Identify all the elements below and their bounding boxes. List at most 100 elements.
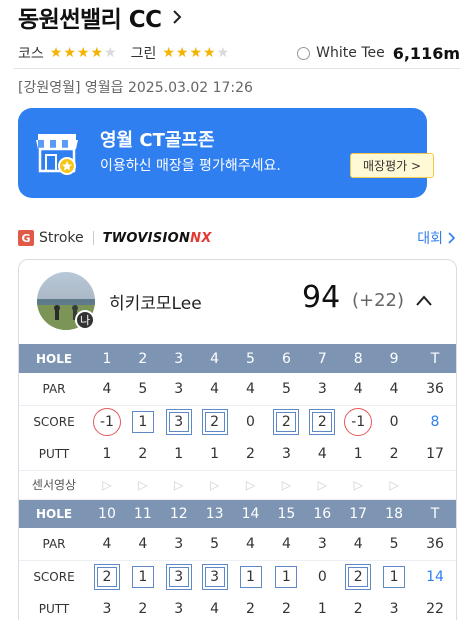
round-meta: [강원영월] 영월읍 2025.03.02 17:26 — [18, 80, 253, 96]
par-cell: 3 — [304, 373, 341, 406]
putt-cell: 2 — [232, 438, 269, 471]
score-row: SCORE -1 1 3 2 0 2 2 -1 0 8 — [19, 405, 456, 438]
par-cell: 4 — [89, 373, 125, 406]
par-total: 36 — [412, 528, 456, 561]
score-value: 2 — [273, 408, 300, 435]
hole-number: 3 — [160, 344, 197, 373]
par-cell: 4 — [232, 373, 269, 406]
hole-number: 11 — [124, 499, 161, 528]
banner-subtitle: 이용하신 매장을 평가해주세요. — [100, 158, 281, 174]
chevron-up-icon[interactable] — [415, 294, 433, 308]
score-cell: 1 — [268, 560, 304, 593]
total-label: T — [412, 499, 456, 528]
play-icon[interactable]: ▷ — [124, 470, 161, 500]
putt-cell: 3 — [89, 593, 125, 620]
star-icon: ★ — [76, 45, 90, 61]
hole-number: 2 — [124, 344, 161, 373]
compete-label: 대회 — [417, 231, 443, 247]
putt-cell: 1 — [304, 593, 341, 620]
brand-logo: TWOVISIONNX — [103, 231, 212, 246]
scorecard: 나 히키코모Lee 94 (+22) HOLE 1 2 3 4 5 6 7 8 9 T PAR 4 5 3 4… — [18, 259, 457, 620]
score-cell: 1 — [125, 405, 161, 438]
score-cell: 0 — [376, 405, 412, 438]
score-label: SCORE — [33, 569, 75, 584]
score-row: SCORE 2 1 3 3 1 1 0 2 1 14 — [19, 560, 456, 593]
score-value: 2 — [93, 563, 120, 590]
par-cell: 4 — [232, 528, 269, 561]
score-cell: -1 — [89, 405, 125, 438]
play-icon[interactable]: ▷ — [89, 470, 125, 500]
putt-cell: 3 — [268, 438, 305, 471]
tee-info: White Tee 6,116m — [297, 44, 460, 63]
par-cell: 4 — [89, 528, 125, 561]
putt-cell: 2 — [268, 593, 305, 620]
score-value: 2 — [201, 408, 228, 435]
play-icon[interactable]: ▷ — [160, 470, 197, 500]
score-cell: 2 — [304, 405, 340, 438]
banner-title: 영월 CT골프존 — [100, 130, 215, 151]
score-cell: 0 — [304, 560, 340, 593]
par-cell: 5 — [124, 373, 161, 406]
par-row: PAR 4 5 3 4 4 5 3 4 4 36 — [19, 373, 456, 406]
play-icon[interactable]: ▷ — [268, 470, 305, 500]
score-cell: -1 — [340, 405, 376, 438]
putt-cell: 2 — [124, 438, 161, 471]
play-icon[interactable]: ▷ — [232, 470, 269, 500]
play-icon[interactable]: ▷ — [376, 470, 413, 500]
hole-number: 5 — [232, 344, 269, 373]
hole-number: 17 — [340, 499, 377, 528]
par-cell: 4 — [196, 373, 233, 406]
hole-label: HOLE — [19, 499, 89, 528]
score-value: 3 — [165, 563, 192, 590]
tee-color-icon — [297, 46, 311, 60]
course-header[interactable]: 동원썬밸리 CC — [18, 0, 184, 34]
score-value: 0 — [317, 568, 327, 585]
hole-row: HOLE 1 2 3 4 5 6 7 8 9 T — [19, 344, 456, 373]
golfzon-badge-icon: G — [18, 230, 34, 246]
star-icon: ★ — [189, 45, 203, 61]
hole-label: HOLE — [19, 344, 89, 373]
score-cell: 2 — [89, 560, 125, 593]
score-value: 2 — [309, 408, 336, 435]
par-cell: 5 — [376, 528, 413, 561]
player-row[interactable]: 나 히키코모Lee 94 (+22) — [19, 260, 456, 344]
par-cell: 4 — [124, 528, 161, 561]
par-total: 36 — [412, 373, 456, 406]
star-icon: ★ — [104, 45, 117, 61]
par-cell: 3 — [160, 373, 197, 406]
par-cell: 3 — [304, 528, 341, 561]
brand-logo-main: TWOVISION — [102, 230, 191, 246]
score-value: 1 — [239, 565, 262, 588]
store-review-button[interactable]: 매장평가 > — [350, 153, 434, 178]
par-cell: 4 — [376, 373, 413, 406]
total-label: T — [412, 344, 456, 373]
score-cell: 2 — [268, 405, 304, 438]
score-value: 2 — [345, 563, 372, 590]
green-rating-stars: ★ ★ ★ ★ ★ — [162, 46, 229, 60]
rating-row: 코스 ★ ★ ★ ★ ★ 그린 ★ ★ ★ ★ ★ White Tee 6,116m — [18, 42, 460, 64]
score-table: HOLE 1 2 3 4 5 6 7 8 9 T PAR 4 5 3 4 4 5 3 4 4 36 SCORE -1 1 3 2 0 2… — [19, 344, 456, 620]
putt-cell: 2 — [340, 593, 377, 620]
play-icon[interactable]: ▷ — [196, 470, 233, 500]
play-icon[interactable]: ▷ — [340, 470, 377, 500]
score-cell: 3 — [161, 405, 197, 438]
video-row: 센서영상 ▷ ▷ ▷ ▷ ▷ ▷ ▷ ▷ ▷ — [19, 470, 456, 500]
store-review-banner[interactable]: 영월 CT골프존 이용하신 매장을 평가해주세요. 매장평가 > — [18, 108, 434, 198]
score-value: 1 — [131, 565, 154, 588]
course-rating-stars: ★ ★ ★ ★ ★ — [50, 46, 117, 60]
putt-cell: 1 — [196, 438, 233, 471]
hole-number: 4 — [196, 344, 233, 373]
score-cell: 1 — [125, 560, 161, 593]
score-value: -1 — [344, 407, 373, 436]
score-cell: 2 — [340, 560, 376, 593]
star-icon: ★ — [90, 45, 104, 61]
store-icon — [36, 134, 78, 175]
chevron-right-icon — [172, 10, 181, 24]
compete-link[interactable]: 대회 — [417, 228, 456, 248]
score-value: 1 — [383, 565, 406, 588]
score-total: 14 — [426, 568, 444, 585]
putt-cell: 1 — [160, 438, 197, 471]
play-icon[interactable]: ▷ — [304, 470, 341, 500]
tee-name: White Tee — [316, 45, 385, 61]
total-score: 94 — [302, 280, 341, 315]
